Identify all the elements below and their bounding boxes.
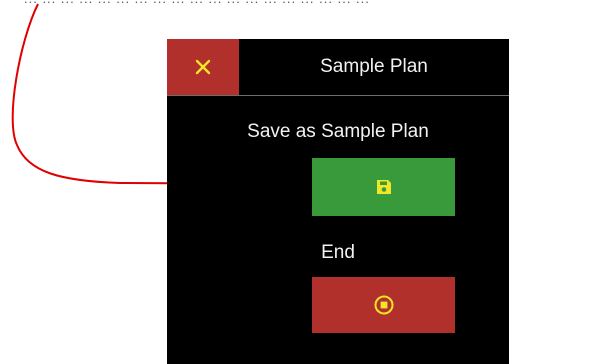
dialog-header: Sample Plan: [167, 39, 509, 96]
save-as-sample-plan-label: Save as Sample Plan: [247, 121, 429, 142]
end-label: End: [321, 242, 355, 263]
close-button[interactable]: [167, 39, 239, 95]
sample-plan-dialog: Sample Plan Save as Sample Plan End: [167, 39, 509, 364]
cropped-caption-text: ... ... ... ... ... ... ... ... ... ... …: [24, 0, 584, 5]
dialog-title: Sample Plan: [320, 56, 428, 77]
close-icon: [195, 59, 211, 75]
floppy-disk-icon: [376, 180, 391, 194]
end-button[interactable]: [312, 277, 455, 333]
save-button[interactable]: [312, 158, 455, 216]
stop-circle-icon: [374, 295, 393, 315]
